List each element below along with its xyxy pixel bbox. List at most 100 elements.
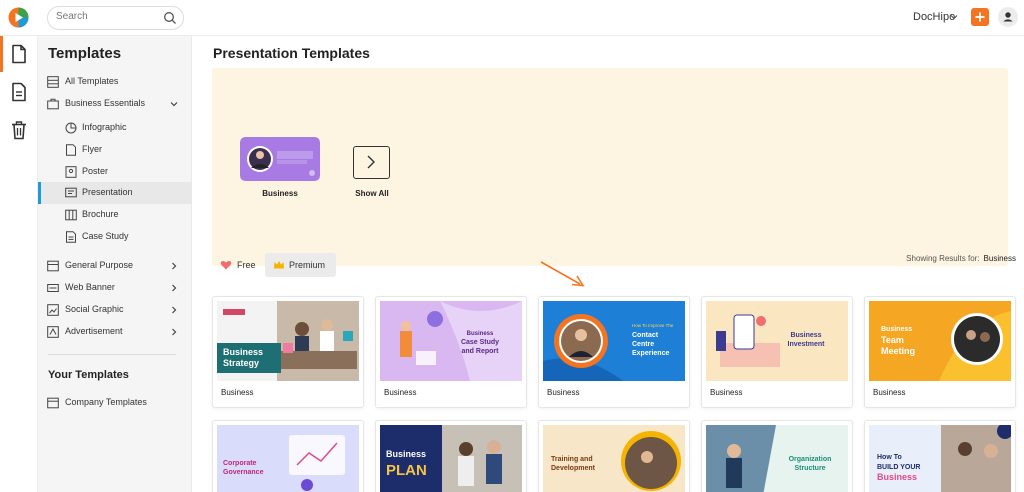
create-button[interactable]	[971, 8, 989, 26]
sidebar-item-presentation[interactable]: Presentation	[38, 182, 192, 204]
svg-text:Experience: Experience	[632, 350, 669, 357]
search-input[interactable]	[56, 11, 156, 22]
case-study-icon	[66, 231, 76, 243]
chevron-right-icon[interactable]	[170, 262, 178, 270]
social-graphic-icon	[47, 304, 59, 316]
results-summary: Showing Results for: Business	[906, 254, 1016, 263]
svg-text:Strategy: Strategy	[223, 358, 259, 368]
sidebar-item-label: Brochure	[82, 209, 119, 219]
business-category-thumbnail	[240, 137, 320, 181]
show-all-label: Show All	[355, 189, 389, 198]
sidebar-item-label: Presentation	[82, 187, 133, 197]
user-menu-button[interactable]	[998, 7, 1018, 27]
template-card[interactable]: Business Team Meeting Business	[864, 296, 1016, 408]
document-lines-icon[interactable]	[10, 82, 28, 102]
sidebar-item-infographic[interactable]: Infographic	[38, 117, 192, 139]
results-value: Business	[983, 254, 1016, 263]
template-card[interactable]: How To Improve The Contact Centre Experi…	[538, 296, 690, 408]
template-thumbnail: Business PLAN	[380, 425, 522, 492]
page-title: Presentation Templates	[213, 45, 370, 61]
poster-icon	[65, 166, 77, 178]
sidebar-item-label: Advertisement	[65, 326, 123, 336]
template-card[interactable]: Business Investment Business	[701, 296, 853, 408]
template-thumbnail: Business Case Study and Report	[380, 301, 522, 381]
template-thumbnail: Business Team Meeting	[869, 301, 1011, 381]
chevron-right-icon[interactable]	[170, 306, 178, 314]
chevron-right-icon	[367, 155, 375, 169]
chevron-right-icon[interactable]	[170, 328, 178, 336]
sidebar-item-brochure[interactable]: Brochure	[38, 204, 192, 226]
show-all-button[interactable]	[353, 146, 390, 179]
filter-premium-button[interactable]: Premium	[265, 253, 336, 277]
crown-icon	[274, 261, 284, 269]
svg-text:Business: Business	[790, 332, 821, 339]
template-thumbnail: How To Improve The Contact Centre Experi…	[543, 301, 685, 381]
template-card[interactable]: Corporate Governance	[212, 420, 364, 492]
sidebar-item-social-graphic[interactable]: Social Graphic	[38, 299, 192, 321]
search-box[interactable]	[47, 6, 184, 30]
grid-list-icon	[47, 76, 59, 88]
template-card[interactable]: How To BUILD YOUR Business	[864, 420, 1016, 492]
svg-text:Case Study: Case Study	[461, 339, 499, 346]
briefcase-icon	[47, 98, 59, 110]
template-caption: Business	[710, 388, 743, 397]
trash-icon[interactable]	[10, 120, 28, 140]
chevron-right-icon[interactable]	[170, 284, 178, 292]
filter-premium-label: Premium	[289, 260, 326, 270]
template-card[interactable]: Business Strategy Business	[212, 296, 364, 408]
sidebar-item-label: Infographic	[82, 122, 127, 132]
template-card[interactable]: Organization Structure	[701, 420, 853, 492]
svg-text:Business: Business	[386, 449, 426, 459]
chevron-down-icon[interactable]	[170, 100, 178, 108]
template-card[interactable]: Training and Development	[538, 420, 690, 492]
search-icon[interactable]	[163, 11, 177, 25]
plus-icon	[975, 12, 985, 22]
heart-icon	[220, 260, 232, 270]
company-templates-icon	[47, 397, 59, 409]
template-card[interactable]: Business PLAN	[375, 420, 527, 492]
sidebar-item-all-templates[interactable]: All Templates	[38, 71, 192, 93]
svg-text:How To: How To	[877, 454, 902, 461]
svg-text:Corporate: Corporate	[223, 460, 257, 467]
template-thumbnail: Corporate Governance	[217, 425, 359, 492]
svg-text:How To Improve The: How To Improve The	[632, 323, 674, 328]
sidebar-item-business-essentials[interactable]: Business Essentials	[38, 93, 192, 115]
template-thumbnail: How To BUILD YOUR Business	[869, 425, 1011, 492]
sidebar-item-advertisement[interactable]: Advertisement	[38, 321, 192, 343]
sidebar-item-label: Web Banner	[65, 282, 115, 292]
category-card-business[interactable]	[240, 137, 320, 181]
dochipo-logo-icon[interactable]	[8, 7, 29, 28]
sidebar-item-web-banner[interactable]: Web Banner	[38, 277, 192, 299]
rail-active-indicator	[0, 36, 3, 72]
svg-text:Business: Business	[877, 472, 917, 482]
sidebar-item-general-purpose[interactable]: General Purpose	[38, 255, 192, 277]
svg-text:Business: Business	[223, 347, 263, 357]
main-content: Presentation Templates Business Show All	[192, 36, 1024, 492]
sidebar-item-company-templates[interactable]: Company Templates	[38, 392, 192, 414]
svg-text:Development: Development	[551, 465, 596, 472]
svg-text:Organization: Organization	[789, 456, 832, 463]
top-bar: DocHipo	[0, 0, 1024, 36]
chevron-down-icon[interactable]	[950, 13, 958, 21]
svg-text:Training and: Training and	[551, 456, 593, 463]
arrow-annotation-icon	[540, 261, 585, 287]
svg-text:Business: Business	[881, 326, 912, 333]
sidebar-item-case-study[interactable]: Case Study	[38, 226, 192, 248]
template-caption: Business	[547, 388, 580, 397]
sidebar-item-flyer[interactable]: Flyer	[38, 139, 192, 161]
document-icon[interactable]	[10, 44, 28, 64]
sidebar-item-poster[interactable]: Poster	[38, 161, 192, 183]
template-thumbnail: Organization Structure	[706, 425, 848, 492]
template-card[interactable]: Business Case Study and Report Business	[375, 296, 527, 408]
svg-text:Contact: Contact	[632, 332, 659, 339]
sidebar-item-label: Poster	[82, 166, 109, 176]
templates-sidebar: Templates All Templates Business Essenti…	[38, 36, 192, 492]
svg-text:Investment: Investment	[788, 341, 826, 348]
svg-text:BUILD YOUR: BUILD YOUR	[877, 464, 920, 471]
brand-menu[interactable]: DocHipo	[913, 11, 955, 23]
sidebar-item-label: Flyer	[82, 144, 102, 154]
svg-text:PLAN: PLAN	[386, 462, 427, 479]
filter-free-button[interactable]: Free	[213, 253, 262, 277]
user-icon	[1003, 12, 1013, 22]
template-caption: Business	[221, 388, 254, 397]
